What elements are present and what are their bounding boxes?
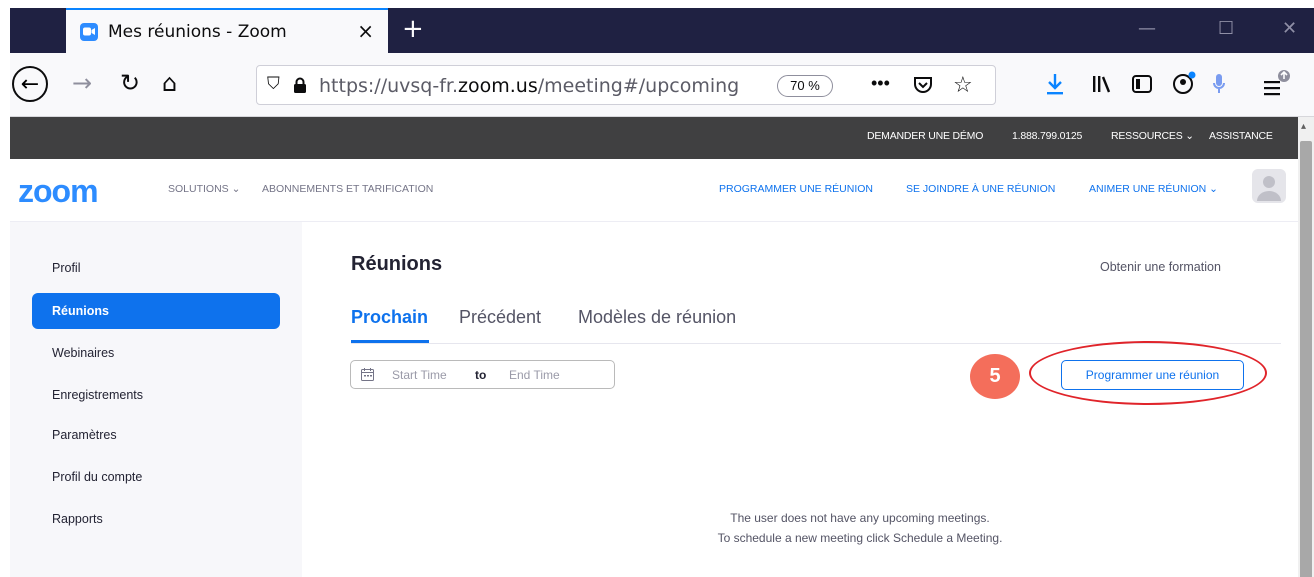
sidebar-item-settings[interactable]: Paramètres: [32, 417, 280, 453]
tab-meeting-templates[interactable]: Modèles de réunion: [578, 307, 736, 328]
empty-state-line-1: The user does not have any upcoming meet…: [730, 511, 990, 525]
page-title: Réunions: [351, 253, 443, 275]
browser-tab-strip: Mes réunions - Zoom × + — ☐ ✕: [10, 8, 1314, 53]
more-icon[interactable]: •••: [871, 73, 890, 94]
date-range-picker[interactable]: Start Time to End Time: [350, 360, 615, 389]
empty-state-line-2: To schedule a new meeting click Schedule…: [717, 531, 1003, 545]
tab-title: Mes réunions - Zoom: [108, 21, 287, 42]
zoom-favicon-icon: [80, 22, 98, 41]
zoom-logo[interactable]: zoom: [18, 173, 99, 210]
sidebar-icon[interactable]: [1132, 75, 1152, 93]
sidebar-item-meetings[interactable]: Réunions: [32, 293, 280, 329]
scroll-up-icon[interactable]: ▴: [1301, 121, 1306, 132]
minimize-icon[interactable]: —: [1138, 18, 1156, 39]
new-tab-icon[interactable]: +: [402, 14, 424, 44]
page-scrollbar[interactable]: ▴: [1298, 117, 1314, 577]
join-meeting-link[interactable]: SE JOINDRE À UNE RÉUNION: [906, 183, 1055, 195]
end-time-input[interactable]: End Time: [509, 368, 560, 382]
schedule-meeting-link[interactable]: PROGRAMMER UNE RÉUNION: [719, 183, 873, 195]
sidebar-item-reports[interactable]: Rapports: [32, 501, 280, 537]
library-icon[interactable]: [1092, 75, 1112, 93]
sidebar-item-profile[interactable]: Profil: [32, 250, 280, 286]
close-window-icon[interactable]: ✕: [1282, 18, 1297, 39]
microphone-icon[interactable]: [1212, 73, 1226, 95]
left-margin: [0, 0, 10, 577]
host-meeting-menu[interactable]: ANIMER UNE RÉUNION ⌄: [1089, 183, 1218, 195]
get-training-link[interactable]: Obtenir une formation: [1100, 260, 1221, 274]
avatar[interactable]: [1252, 169, 1286, 203]
solutions-menu[interactable]: SOLUTIONS ⌄: [168, 183, 240, 195]
request-demo-link[interactable]: DEMANDER UNE DÉMO: [867, 130, 983, 142]
step-badge: 5: [970, 354, 1020, 399]
sidebar-item-webinars[interactable]: Webinaires: [32, 335, 280, 371]
resources-menu[interactable]: RESSOURCES ⌄: [1111, 130, 1194, 142]
screen: Mes réunions - Zoom × + — ☐ ✕ ← → ↻ ⌂ ⛉ …: [0, 0, 1314, 577]
reload-icon[interactable]: ↻: [120, 71, 140, 95]
tab-previous[interactable]: Précédent: [459, 307, 541, 328]
pricing-link[interactable]: ABONNEMENTS ET TARIFICATION: [262, 183, 433, 195]
tab-close-icon[interactable]: ×: [357, 19, 374, 43]
home-icon[interactable]: ⌂: [162, 71, 177, 95]
sidebar-item-recordings[interactable]: Enregistrements: [32, 377, 280, 413]
calendar-icon: [361, 368, 374, 381]
tabs-divider: [351, 343, 1281, 344]
star-icon[interactable]: ☆: [953, 72, 973, 98]
sidebar: Profil Réunions Webinaires Enregistremen…: [10, 222, 302, 577]
schedule-meeting-button[interactable]: Programmer une réunion: [1061, 360, 1244, 390]
back-icon[interactable]: ←: [12, 66, 48, 102]
url-bar[interactable]: ⛉ https://uvsq-fr.zoom.us/meeting#/upcom…: [256, 65, 996, 105]
shield-icon[interactable]: ⛉: [267, 74, 280, 94]
start-time-input[interactable]: Start Time: [392, 368, 447, 382]
url-text[interactable]: https://uvsq-fr.zoom.us/meeting#/upcomin…: [319, 75, 739, 97]
menu-icon[interactable]: [1262, 69, 1292, 97]
scroll-thumb[interactable]: [1300, 141, 1312, 577]
date-range-separator: to: [475, 368, 487, 382]
tab-upcoming[interactable]: Prochain: [351, 307, 428, 328]
browser-nav-bar: ← → ↻ ⌂ ⛉ https://uvsq-fr.zoom.us/meetin…: [10, 53, 1314, 117]
lock-icon[interactable]: [293, 77, 307, 94]
sidebar-item-account-profile[interactable]: Profil du compte: [32, 459, 280, 495]
zoom-level-indicator[interactable]: 70 %: [777, 75, 833, 97]
support-link[interactable]: ASSISTANCE: [1209, 130, 1273, 142]
zoom-header: zoom SOLUTIONS ⌄ ABONNEMENTS ET TARIFICA…: [10, 159, 1298, 222]
pocket-icon[interactable]: [913, 76, 933, 94]
active-tab-indicator: [351, 340, 429, 343]
account-icon[interactable]: [1172, 71, 1196, 95]
browser-tab-active[interactable]: Mes réunions - Zoom ×: [66, 8, 388, 53]
download-icon[interactable]: [1046, 73, 1064, 95]
forward-icon[interactable]: →: [72, 71, 92, 95]
phone-number[interactable]: 1.888.799.0125: [1012, 130, 1082, 142]
maximize-icon[interactable]: ☐: [1218, 18, 1234, 39]
zoom-top-bar: DEMANDER UNE DÉMO 1.888.799.0125 RESSOUR…: [10, 117, 1298, 159]
